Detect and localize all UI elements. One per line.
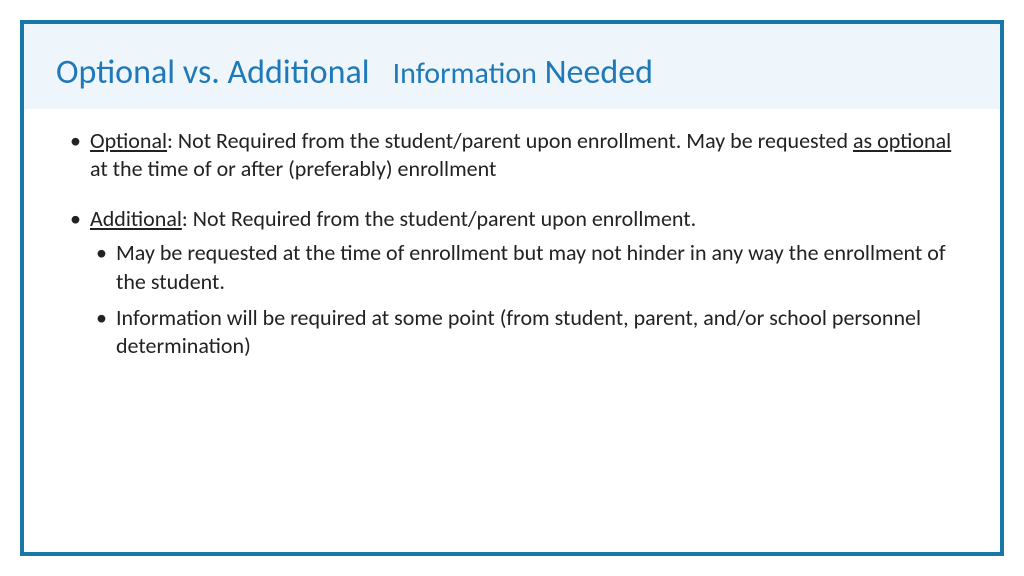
- slide-frame: Optional vs. Additional Information Need…: [20, 20, 1004, 556]
- title-part-1: Optional vs. Additional: [56, 52, 370, 93]
- bullet-optional: Optional: Not Required from the student/…: [64, 127, 960, 183]
- sub-bullet-1: May be requested at the time of enrollme…: [90, 239, 960, 295]
- bullet-additional: Additional: Not Required from the studen…: [64, 205, 960, 360]
- optional-label: Optional: [90, 127, 167, 154]
- title-part-3: Needed: [545, 52, 653, 93]
- sub-bullet-2: Information will be required at some poi…: [90, 304, 960, 360]
- additional-text: : Not Required from the student/parent u…: [182, 205, 696, 232]
- slide-title: Optional vs. Additional Information Need…: [56, 52, 968, 93]
- additional-label: Additional: [90, 205, 182, 232]
- optional-underline: as optional: [853, 127, 951, 154]
- title-part-2: Information: [393, 55, 537, 92]
- title-bar: Optional vs. Additional Information Need…: [24, 24, 1000, 109]
- sub-bullet-list: May be requested at the time of enrollme…: [90, 239, 960, 360]
- slide-content: Optional: Not Required from the student/…: [24, 109, 1000, 552]
- bullet-list: Optional: Not Required from the student/…: [64, 127, 960, 360]
- optional-text-1: : Not Required from the student/parent u…: [167, 127, 853, 154]
- optional-text-2: at the time of or after (preferably) enr…: [90, 155, 496, 182]
